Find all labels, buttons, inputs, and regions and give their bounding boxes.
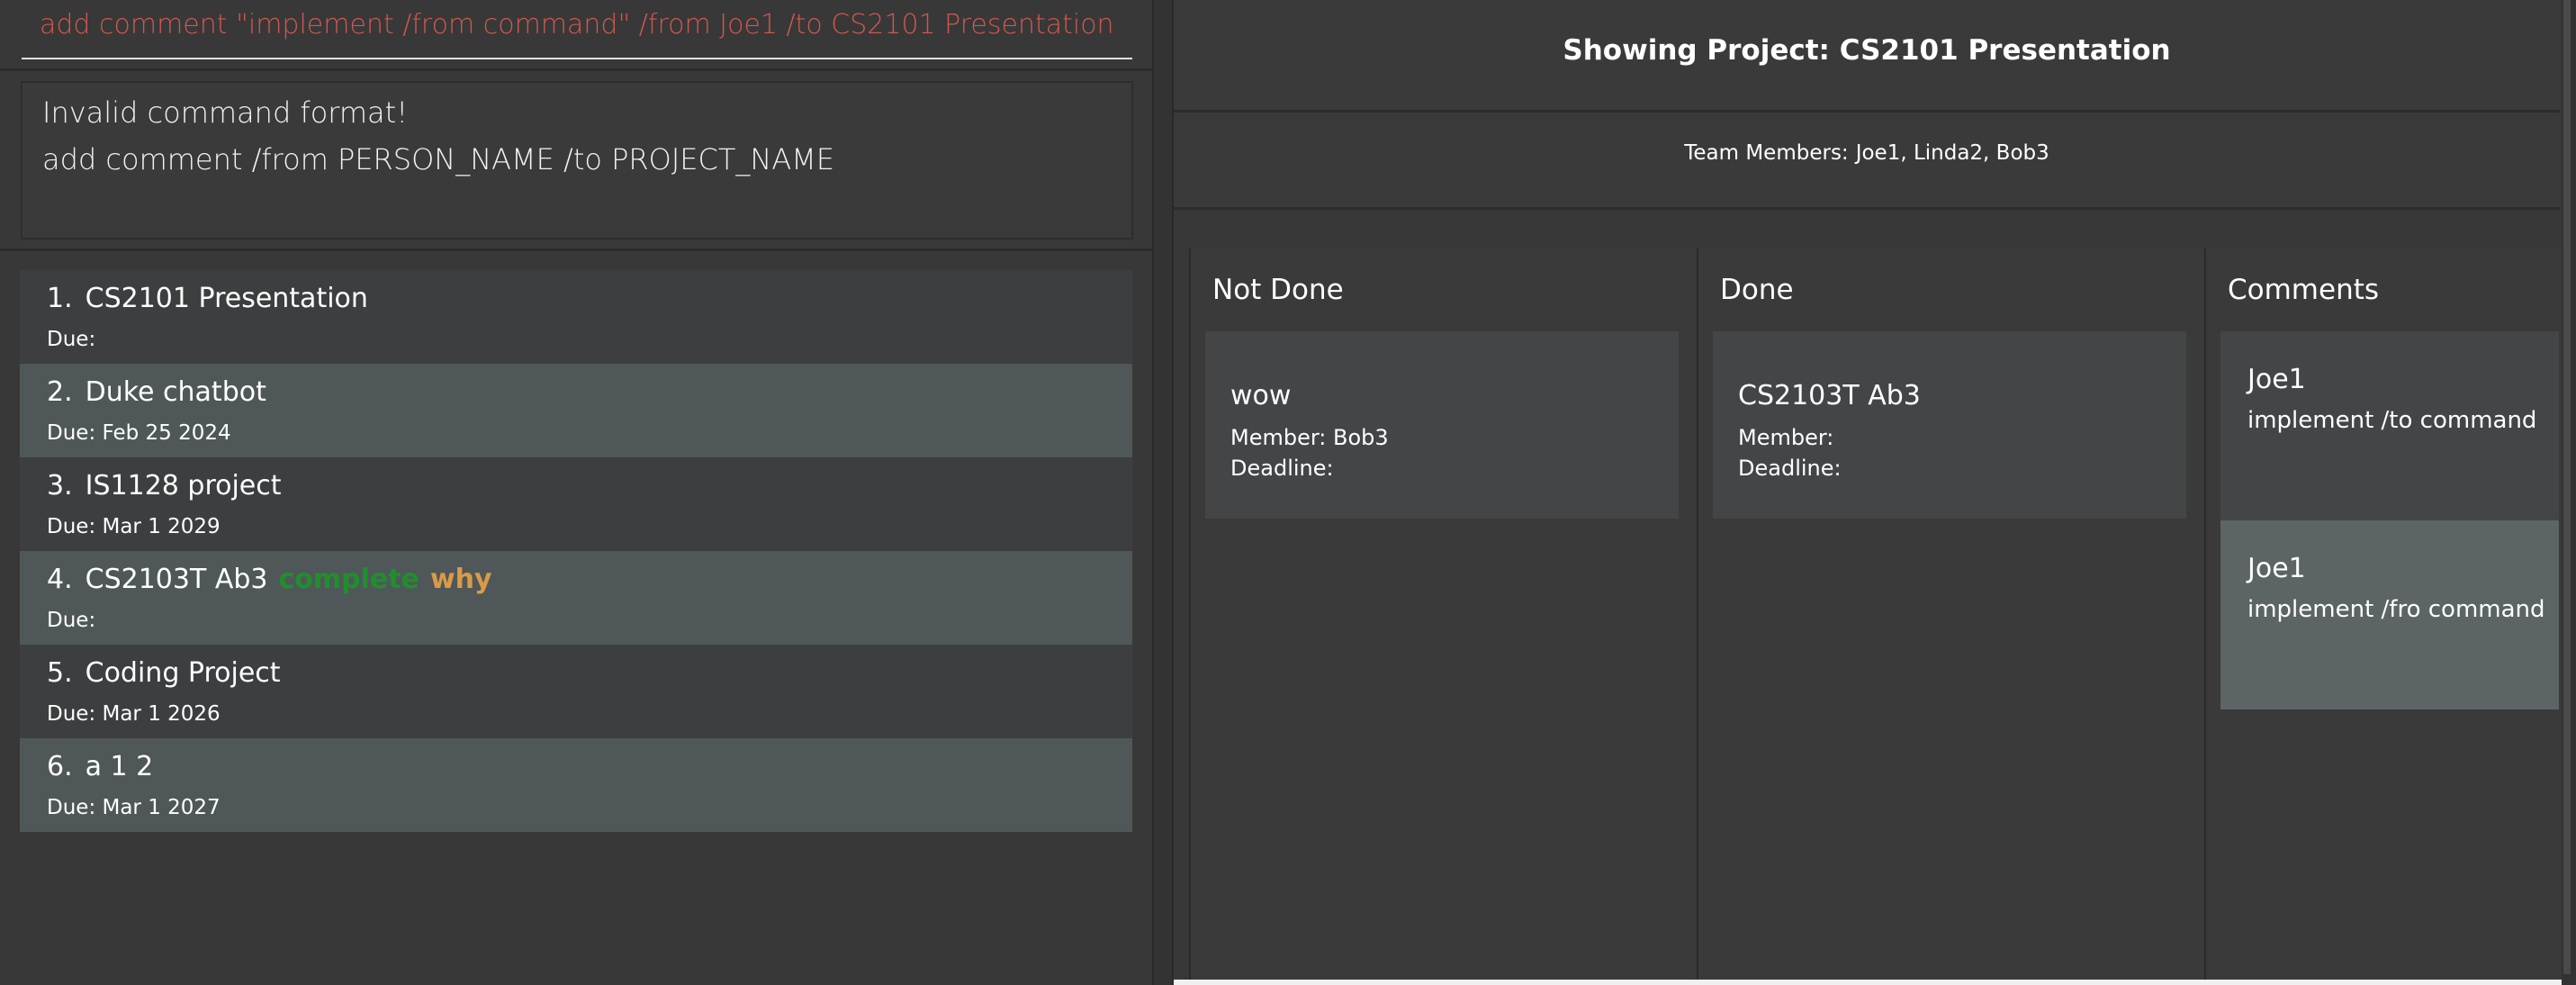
command-input[interactable] <box>40 2 1120 47</box>
project-index: 5. <box>47 657 73 689</box>
task-card[interactable]: wow Member: Bob3 Deadline: <box>1205 331 1679 519</box>
project-name: CS2103T Ab3 <box>85 564 268 595</box>
project-title: 6. a 1 2 <box>47 751 153 782</box>
team-members-bar: Team Members: Joe1, Linda2, Bob3 <box>1174 113 2560 210</box>
task-card[interactable]: CS2103T Ab3 Member: Deadline: <box>1713 331 2186 519</box>
team-members-list: Joe1, Linda2, Bob3 <box>1855 141 2049 165</box>
task-deadline: Deadline: <box>1738 456 1842 481</box>
comment-text: implement /fro command <box>2247 596 2545 623</box>
column-comments: Comments Joe1 implement /to command Joe1… <box>2204 249 2562 985</box>
column-title: Not Done <box>1212 274 1344 306</box>
project-index: 4. <box>47 564 73 595</box>
task-member: Member: Bob3 <box>1230 425 1389 450</box>
project-index: 6. <box>47 751 73 782</box>
column-not-done: Not Done wow Member: Bob3 Deadline: <box>1189 249 1698 985</box>
bottom-edge <box>1174 980 2562 985</box>
column-title: Comments <box>2228 274 2380 306</box>
task-name: wow <box>1230 380 1292 411</box>
comment-author: Joe1 <box>2247 553 2306 584</box>
project-title: 3. IS1128 project <box>47 470 282 502</box>
project-item[interactable]: 1. CS2101 Presentation Due: <box>20 270 1132 364</box>
page-title: Showing Project: CS2101 Presentation <box>1563 34 2171 67</box>
column-title: Done <box>1720 274 1794 306</box>
status-tag-why: why <box>429 564 492 595</box>
project-name: CS2101 Presentation <box>85 283 368 314</box>
project-due: Due: <box>47 609 96 632</box>
comment-card[interactable]: Joe1 implement /fro command <box>2220 520 2559 709</box>
project-list: 1. CS2101 Presentation Due: 2. Duke chatbo… <box>20 270 1132 832</box>
project-title: 5. Coding Project <box>47 657 281 689</box>
result-usage: add comment /from PERSON_NAME /to PROJEC… <box>42 142 835 176</box>
scrollbar-thumb[interactable] <box>2563 0 2571 974</box>
project-due: Due: Mar 1 2027 <box>47 796 221 819</box>
project-title: 2. Duke chatbot <box>47 376 266 408</box>
command-box <box>22 0 1132 59</box>
project-header: Showing Project: CS2101 Presentation <box>1174 0 2560 113</box>
divider <box>0 68 1152 71</box>
result-message: Invalid command format! <box>42 95 409 130</box>
team-members: Team Members: Joe1, Linda2, Bob3 <box>1174 141 2560 165</box>
comment-text: implement /to command <box>2247 407 2537 434</box>
task-member: Member: <box>1738 425 1834 450</box>
project-detail-pane: Showing Project: CS2101 Presentation Tea… <box>1174 0 2576 985</box>
project-due: Due: Mar 1 2026 <box>47 702 221 726</box>
comment-card[interactable]: Joe1 implement /to command <box>2220 331 2559 520</box>
project-index: 3. <box>47 470 73 502</box>
project-title: 4. CS2103T Ab3 complete why <box>47 564 492 595</box>
project-item[interactable]: 2. Duke chatbot Due: Feb 25 2024 <box>20 364 1132 457</box>
project-name: Duke chatbot <box>85 376 266 408</box>
project-name: a 1 2 <box>85 751 154 782</box>
project-due: Due: Mar 1 2029 <box>47 515 221 538</box>
team-members-label: Team Members: <box>1684 141 1849 165</box>
project-name: Coding Project <box>85 657 281 689</box>
project-item[interactable]: 3. IS1128 project Due: Mar 1 2029 <box>20 457 1132 551</box>
project-item[interactable]: 5. Coding Project Due: Mar 1 2026 <box>20 645 1132 738</box>
split-pane-divider[interactable] <box>1152 0 1174 985</box>
project-index: 2. <box>47 376 73 408</box>
project-index: 1. <box>47 283 73 314</box>
project-due: Due: Feb 25 2024 <box>47 421 231 445</box>
project-item[interactable]: 6. a 1 2 Due: Mar 1 2027 <box>20 738 1132 832</box>
status-tag-complete: complete <box>278 564 419 595</box>
result-display: Invalid command format! add comment /fro… <box>21 81 1133 239</box>
project-item[interactable]: 4. CS2103T Ab3 complete why Due: <box>20 551 1132 645</box>
project-due: Due: <box>47 328 96 351</box>
divider <box>0 249 1152 251</box>
project-name: IS1128 project <box>85 470 282 502</box>
left-pane: Invalid command format! add comment /fro… <box>0 0 1152 985</box>
comment-author: Joe1 <box>2247 364 2306 395</box>
column-done: Done CS2103T Ab3 Member: Deadline: <box>1697 249 2206 985</box>
project-title: 1. CS2101 Presentation <box>47 283 368 314</box>
task-deadline: Deadline: <box>1230 456 1334 481</box>
task-name: CS2103T Ab3 <box>1738 380 1921 411</box>
